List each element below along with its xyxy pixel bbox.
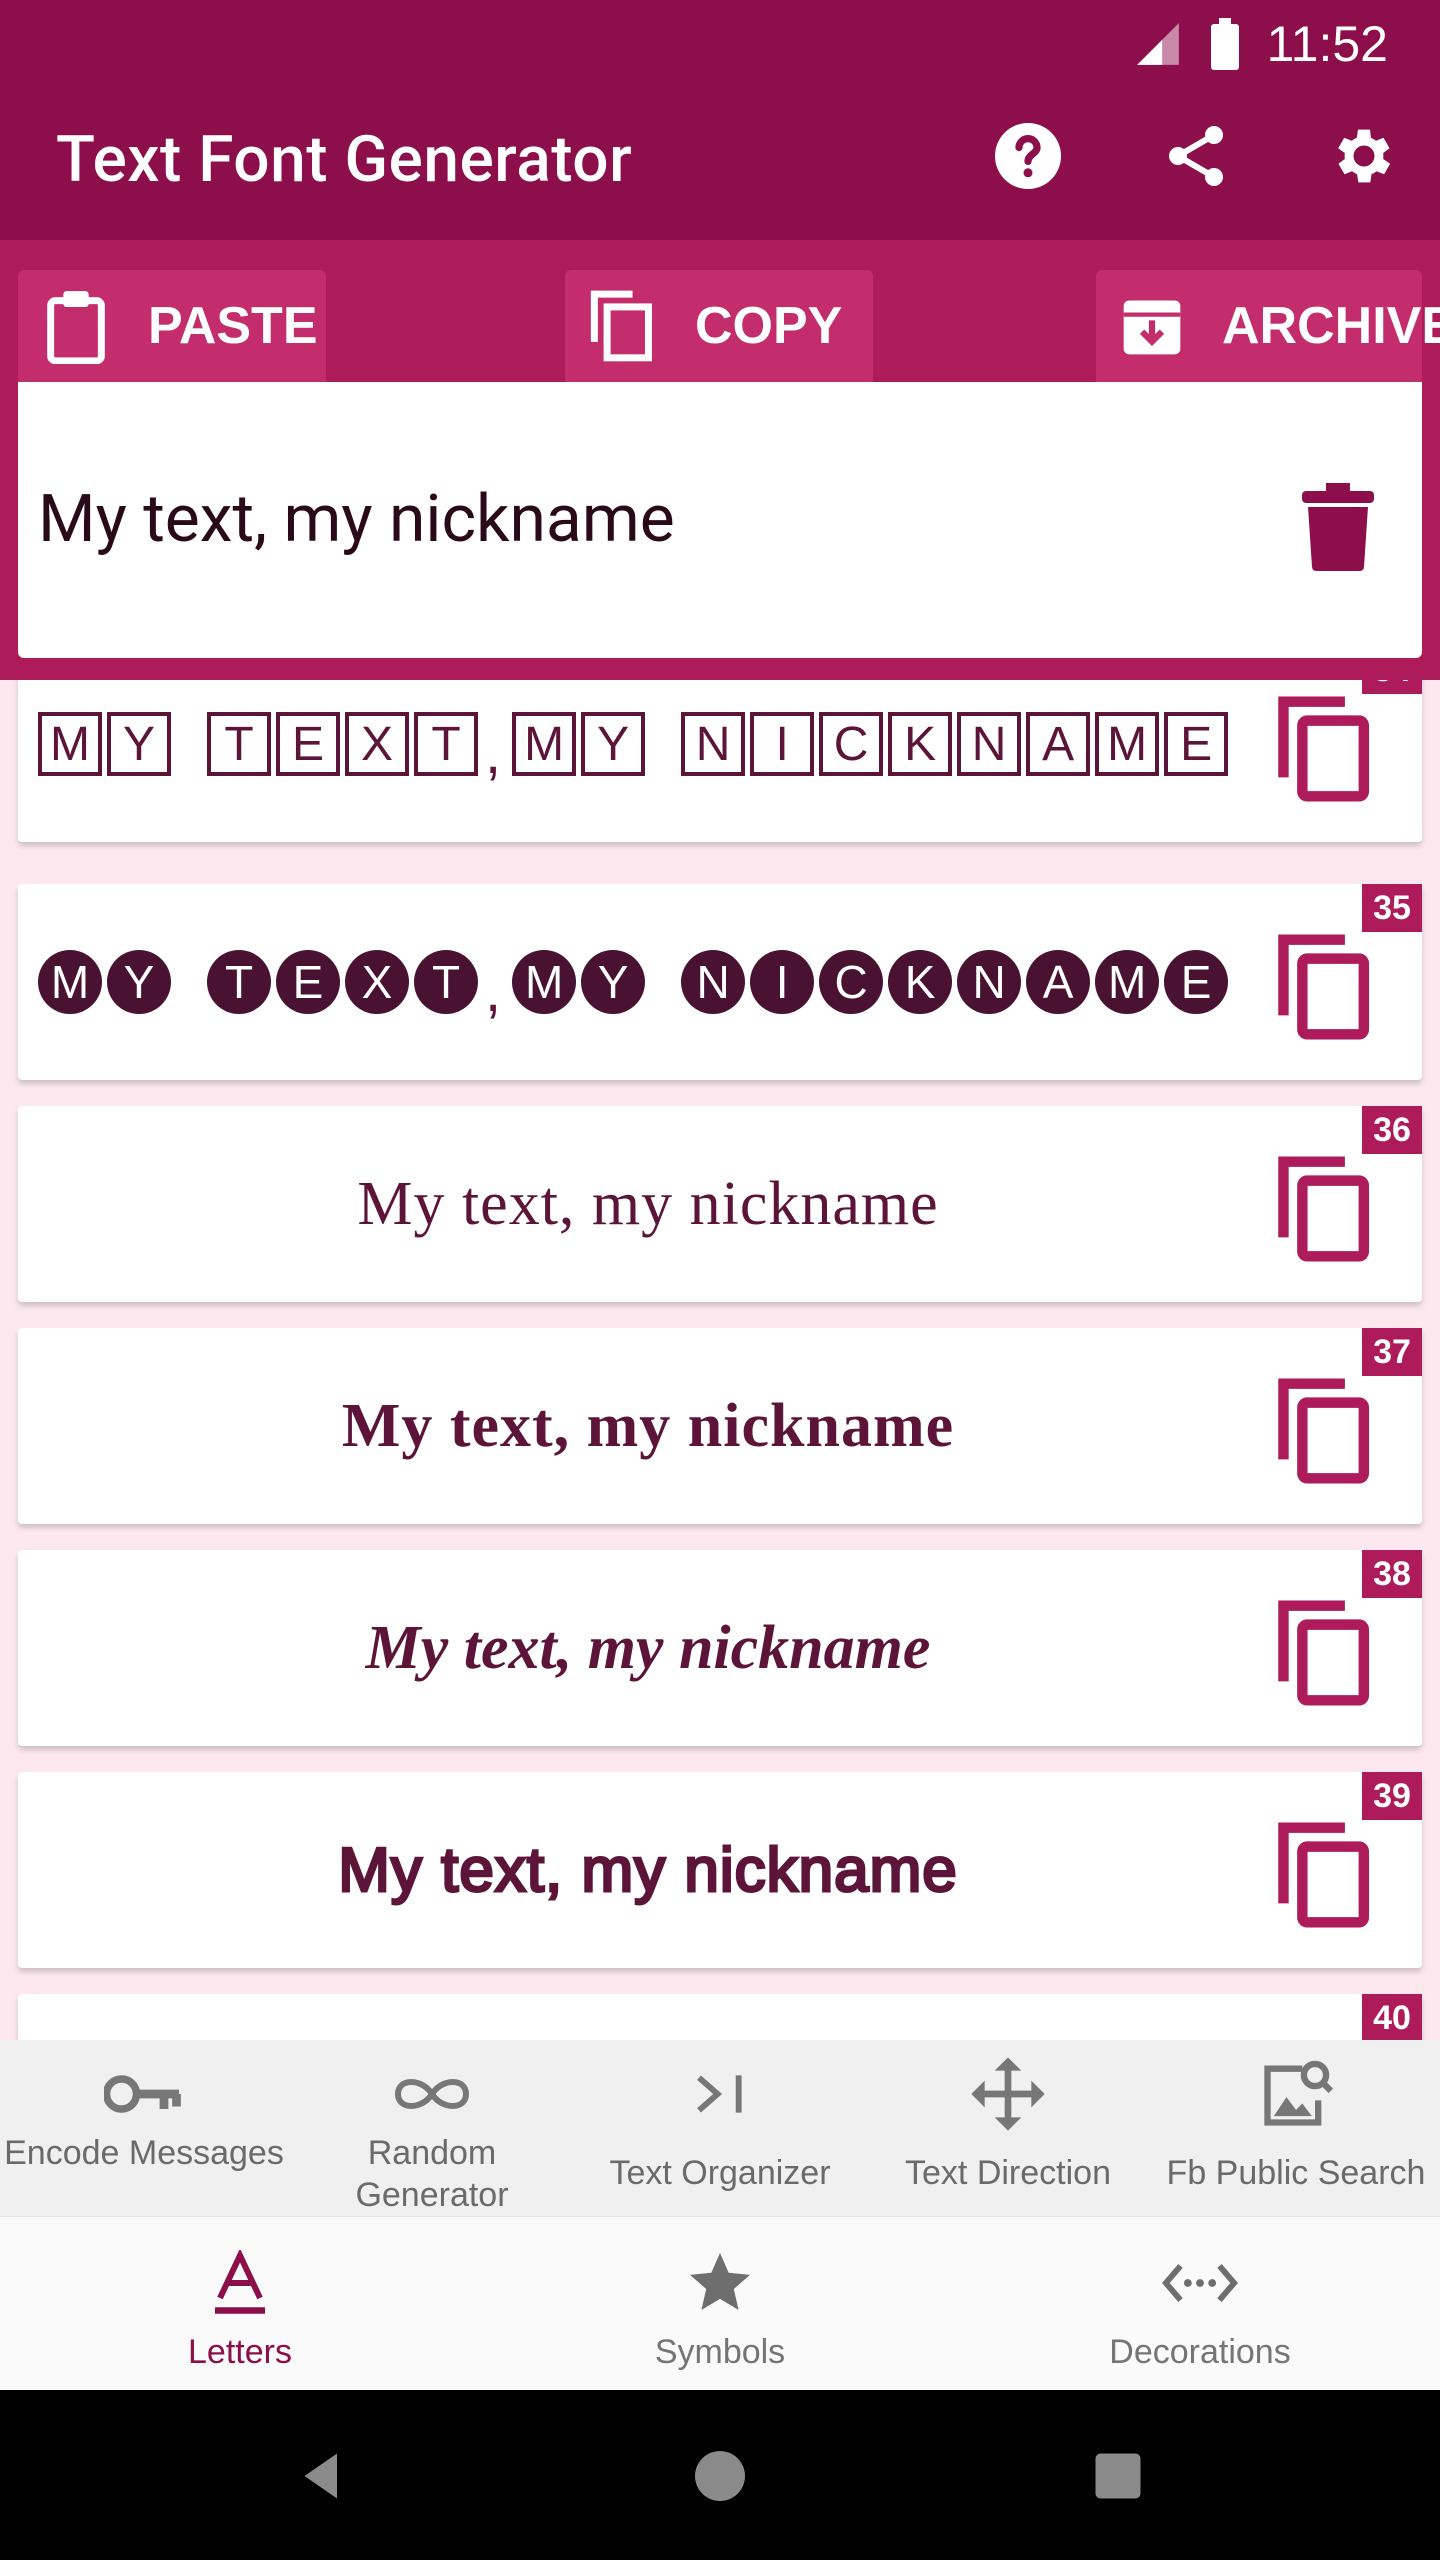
style-number-badge: 40	[1362, 1994, 1422, 2040]
gear-icon[interactable]	[1328, 120, 1400, 192]
text-input[interactable]: My text, my nickname	[38, 382, 675, 658]
copy-icon[interactable]	[1274, 929, 1378, 1045]
paste-label: PASTE	[148, 297, 318, 355]
list-item[interactable]: My text, my nickname 36	[18, 1106, 1422, 1302]
style-number-badge: 34	[1362, 680, 1422, 694]
copy-icon[interactable]	[1274, 1817, 1378, 1933]
bottom-navigation: Letters Symbols Decorations	[0, 2216, 1440, 2390]
styled-text: MYTEXT,MYNICKNAME	[38, 884, 1258, 1080]
tool-encode-messages[interactable]: Encode Messages	[0, 2040, 288, 2216]
list-item[interactable]: 40	[18, 1994, 1422, 2040]
styled-text: My text, my nickname	[341, 1391, 955, 1460]
star-icon	[680, 2243, 760, 2323]
tool-label: Fb Public Search	[1166, 2154, 1426, 2192]
tool-label: Text Organizer	[609, 2154, 831, 2192]
style-number-badge: 35	[1362, 884, 1422, 932]
tools-bar: Encode Messages Random Generator Text Or…	[0, 2040, 1440, 2216]
battery-icon	[1210, 18, 1239, 70]
copy-button[interactable]: COPY	[565, 270, 873, 382]
app-bar: 11:52 Text Font Generator	[0, 0, 1440, 240]
list-item[interactable]: My text, my nickname 37	[18, 1328, 1422, 1524]
system-navigation-bar	[0, 2390, 1440, 2560]
copy-icon[interactable]	[1274, 691, 1378, 807]
home-icon[interactable]	[690, 2446, 750, 2506]
list-item[interactable]: MYTEXT,MYNICKNAME 34	[18, 680, 1422, 842]
copy-icon	[587, 290, 659, 362]
list-item[interactable]: My text, my nickname 39	[18, 1772, 1422, 1968]
tool-label: Text Direction	[905, 2154, 1111, 2192]
boxed-text: MYTEXT,MYNICKNAME	[38, 702, 1229, 787]
style-number-badge: 37	[1362, 1328, 1422, 1376]
share-icon[interactable]	[1160, 120, 1232, 192]
styled-text: My text, my nickname	[337, 1834, 958, 1906]
tool-fb-public-search[interactable]: Fb Public Search	[1152, 2040, 1440, 2216]
list-item[interactable]: My text, my nickname 38	[18, 1550, 1422, 1746]
recents-icon[interactable]	[1088, 2446, 1148, 2506]
delete-icon[interactable]	[1302, 482, 1374, 572]
style-number-badge: 36	[1362, 1106, 1422, 1154]
clipboard-icon	[40, 290, 112, 364]
letters-icon	[200, 2243, 280, 2323]
list-item[interactable]: MYTEXT,MYNICKNAME 35	[18, 884, 1422, 1080]
help-icon[interactable]	[992, 120, 1064, 192]
archive-button[interactable]: ARCHIVE	[1096, 270, 1440, 382]
nav-label: Letters	[188, 2333, 292, 2371]
paste-button[interactable]: PASTE	[18, 270, 326, 382]
styled-text: MYTEXT,MYNICKNAME	[38, 680, 1258, 842]
tool-label: Random Generator	[355, 2134, 509, 2214]
key-icon	[104, 2054, 184, 2134]
text-organizer-icon	[680, 2054, 760, 2134]
style-number-badge: 39	[1362, 1772, 1422, 1820]
status-bar: 11:52	[1133, 16, 1388, 72]
app-title: Text Font Generator	[56, 122, 633, 197]
nav-label: Decorations	[1109, 2333, 1291, 2371]
copy-icon[interactable]	[1274, 1373, 1378, 1489]
status-time: 11:52	[1266, 16, 1388, 72]
font-style-list: MYTEXT,MYNICKNAME 34 MYTEXT,MYNICKNAME 3…	[0, 680, 1440, 2040]
move-icon	[968, 2054, 1048, 2134]
copy-label: COPY	[695, 297, 843, 355]
archive-icon	[1118, 290, 1186, 362]
copy-icon[interactable]	[1274, 1151, 1378, 1267]
action-toolbar: PASTE COPY ARCHIVE My text, my nickname	[0, 240, 1440, 680]
back-icon[interactable]	[292, 2446, 352, 2506]
circled-text: MYTEXT,MYNICKNAME	[38, 940, 1229, 1025]
nav-letters[interactable]: Letters	[0, 2217, 480, 2391]
tool-text-direction[interactable]: Text Direction	[864, 2040, 1152, 2216]
archive-label: ARCHIVE	[1222, 297, 1440, 355]
copy-icon[interactable]	[1274, 1595, 1378, 1711]
nav-label: Symbols	[654, 2333, 786, 2371]
styled-text: My text, my nickname	[357, 1169, 939, 1238]
tool-label: Encode Messages	[4, 2134, 284, 2172]
signal-icon	[1136, 23, 1179, 65]
text-input-card: My text, my nickname	[18, 382, 1422, 658]
styled-text: My text, my nickname	[365, 1613, 931, 1682]
code-dots-icon	[1160, 2243, 1240, 2323]
style-number-badge: 38	[1362, 1550, 1422, 1598]
image-search-icon	[1256, 2054, 1336, 2134]
nav-symbols[interactable]: Symbols	[480, 2217, 960, 2391]
infinity-icon	[392, 2054, 472, 2134]
tool-random-generator[interactable]: Random Generator	[288, 2040, 576, 2216]
tool-text-organizer[interactable]: Text Organizer	[576, 2040, 864, 2216]
nav-decorations[interactable]: Decorations	[960, 2217, 1440, 2391]
